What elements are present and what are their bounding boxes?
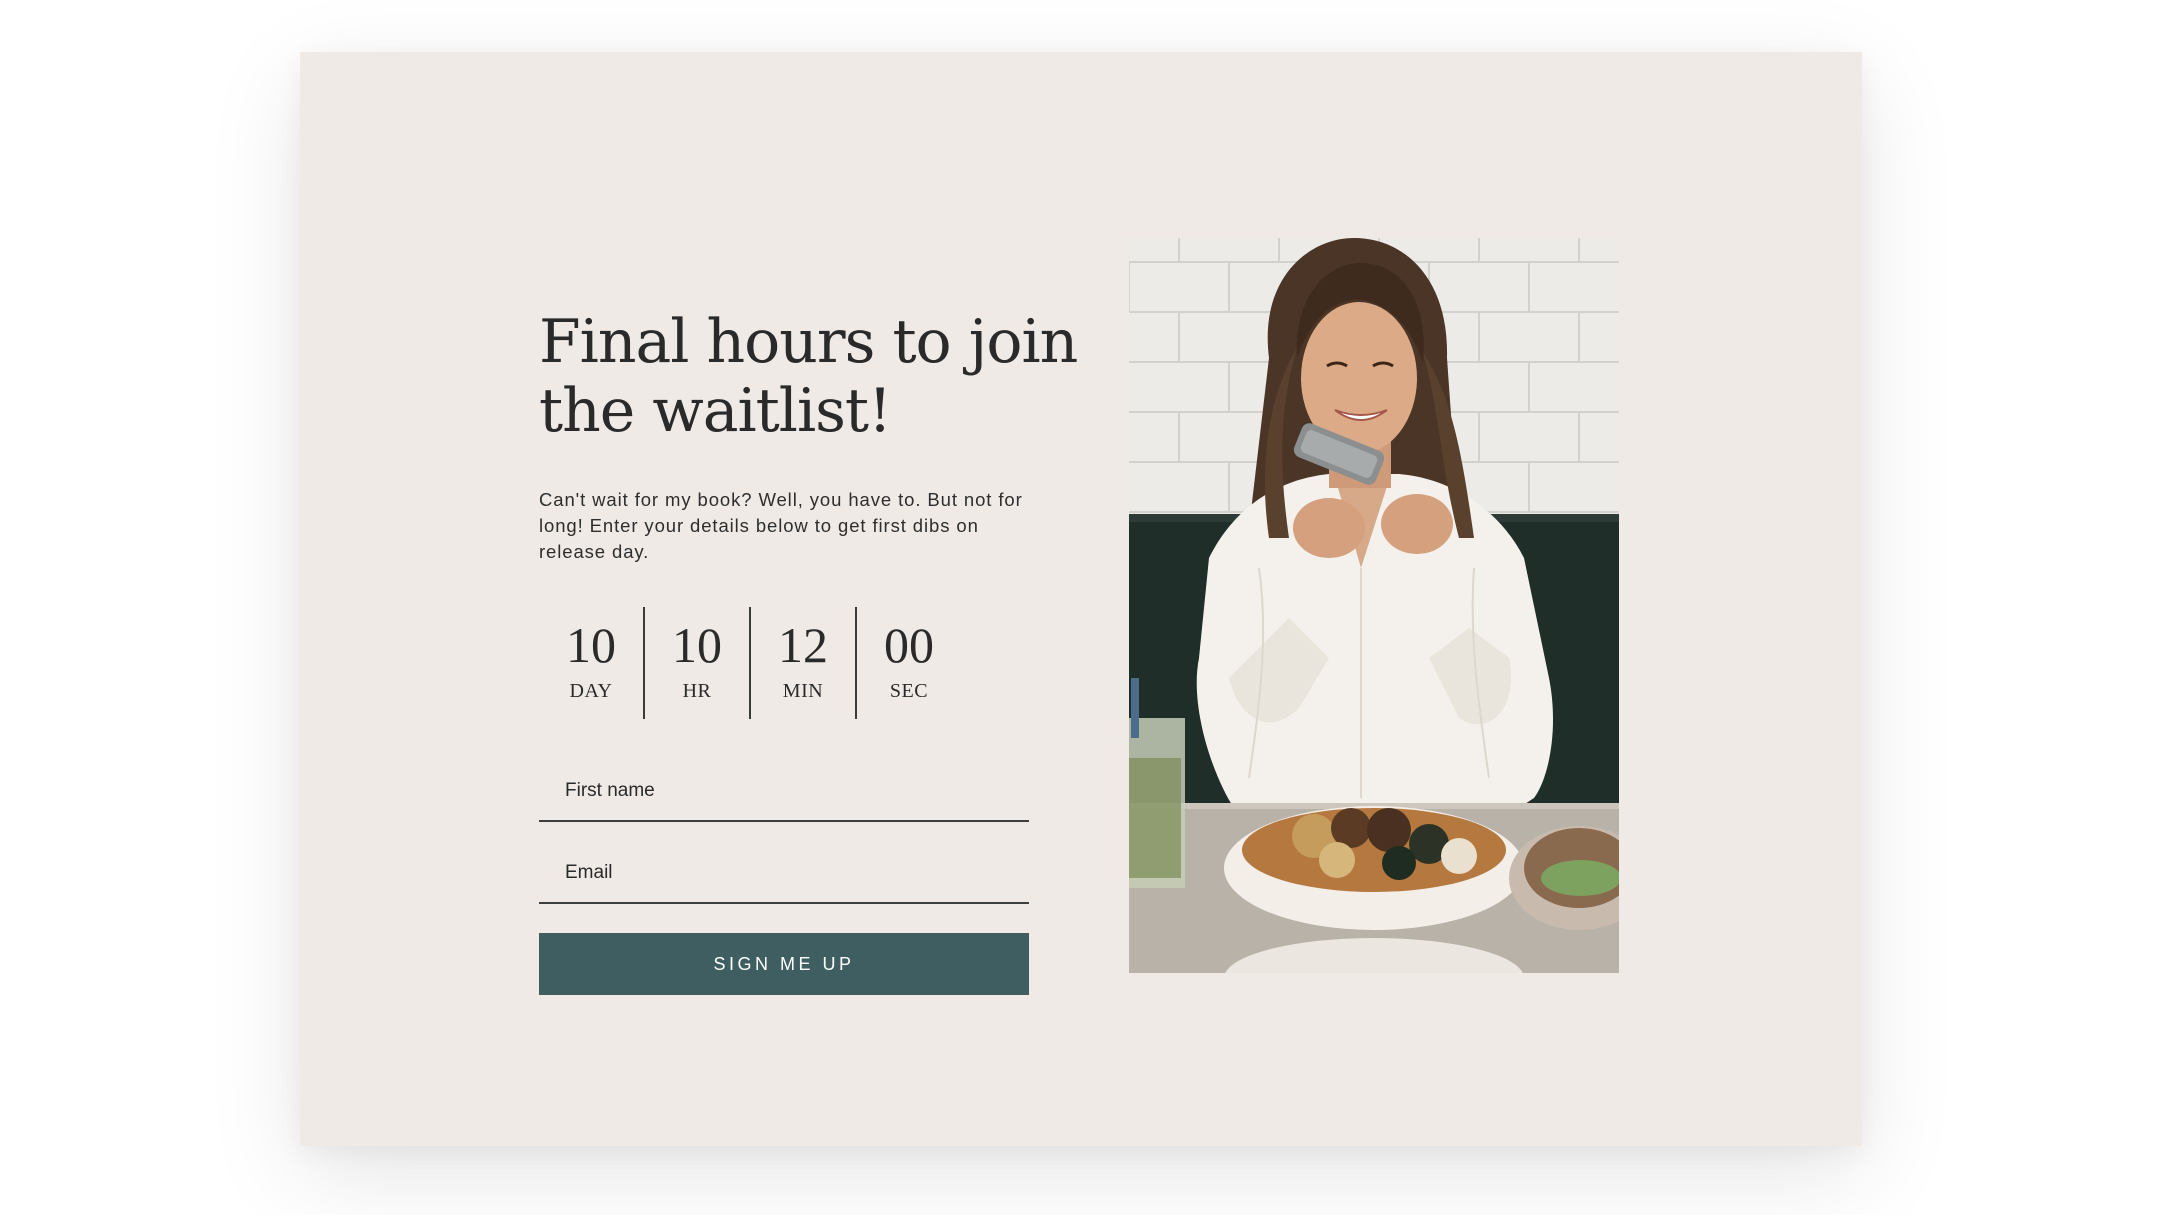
email-field-wrapper xyxy=(539,844,1029,904)
sign-me-up-button[interactable]: SIGN ME UP xyxy=(539,933,1029,995)
intro-text: Can't wait for my book? Well, you have t… xyxy=(539,489,1023,562)
countdown-minutes-value: 12 xyxy=(778,617,828,673)
waitlist-card: Final hours to join the waitlist! Can't … xyxy=(300,52,1862,1146)
first-name-input[interactable] xyxy=(539,762,1029,820)
countdown-days-value: 10 xyxy=(566,617,616,673)
countdown-hours: 10 HR xyxy=(643,607,749,719)
countdown-minutes-label: MIN xyxy=(782,680,824,702)
countdown-minutes: 12 MIN xyxy=(749,607,855,719)
first-name-field-wrapper xyxy=(539,762,1029,822)
countdown-hours-value: 10 xyxy=(672,617,722,673)
email-input[interactable] xyxy=(539,844,1029,902)
hero-photo-illustration xyxy=(1129,238,1619,973)
countdown-seconds-value: 00 xyxy=(884,617,934,673)
countdown-days: 10 DAY xyxy=(539,607,643,719)
hero-photo xyxy=(1129,238,1619,973)
countdown-days-label: DAY xyxy=(569,680,613,702)
countdown-timer: 10 DAY 10 HR 12 MIN 00 SEC xyxy=(539,607,961,719)
countdown-seconds-label: SEC xyxy=(889,680,929,702)
countdown-hours-label: HR xyxy=(682,680,712,702)
countdown-seconds: 00 SEC xyxy=(855,607,961,719)
headline: Final hours to join the waitlist! xyxy=(539,307,1078,446)
